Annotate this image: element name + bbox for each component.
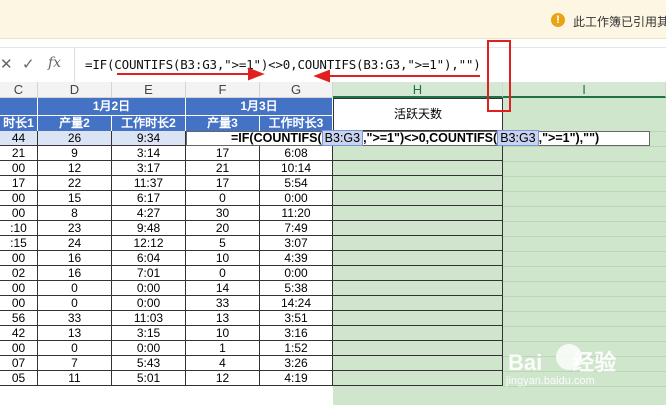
watermark-url: jingyan.baidu.com bbox=[506, 375, 595, 387]
watermark-brand: Bai bbox=[508, 350, 543, 375]
highlight-box bbox=[487, 40, 511, 112]
arrow-right-head bbox=[248, 67, 265, 81]
watermark-brand2: 经验 bbox=[572, 350, 617, 375]
arrow-left-head bbox=[313, 69, 330, 83]
watermark-logo: Bai 经验 bbox=[508, 345, 616, 377]
